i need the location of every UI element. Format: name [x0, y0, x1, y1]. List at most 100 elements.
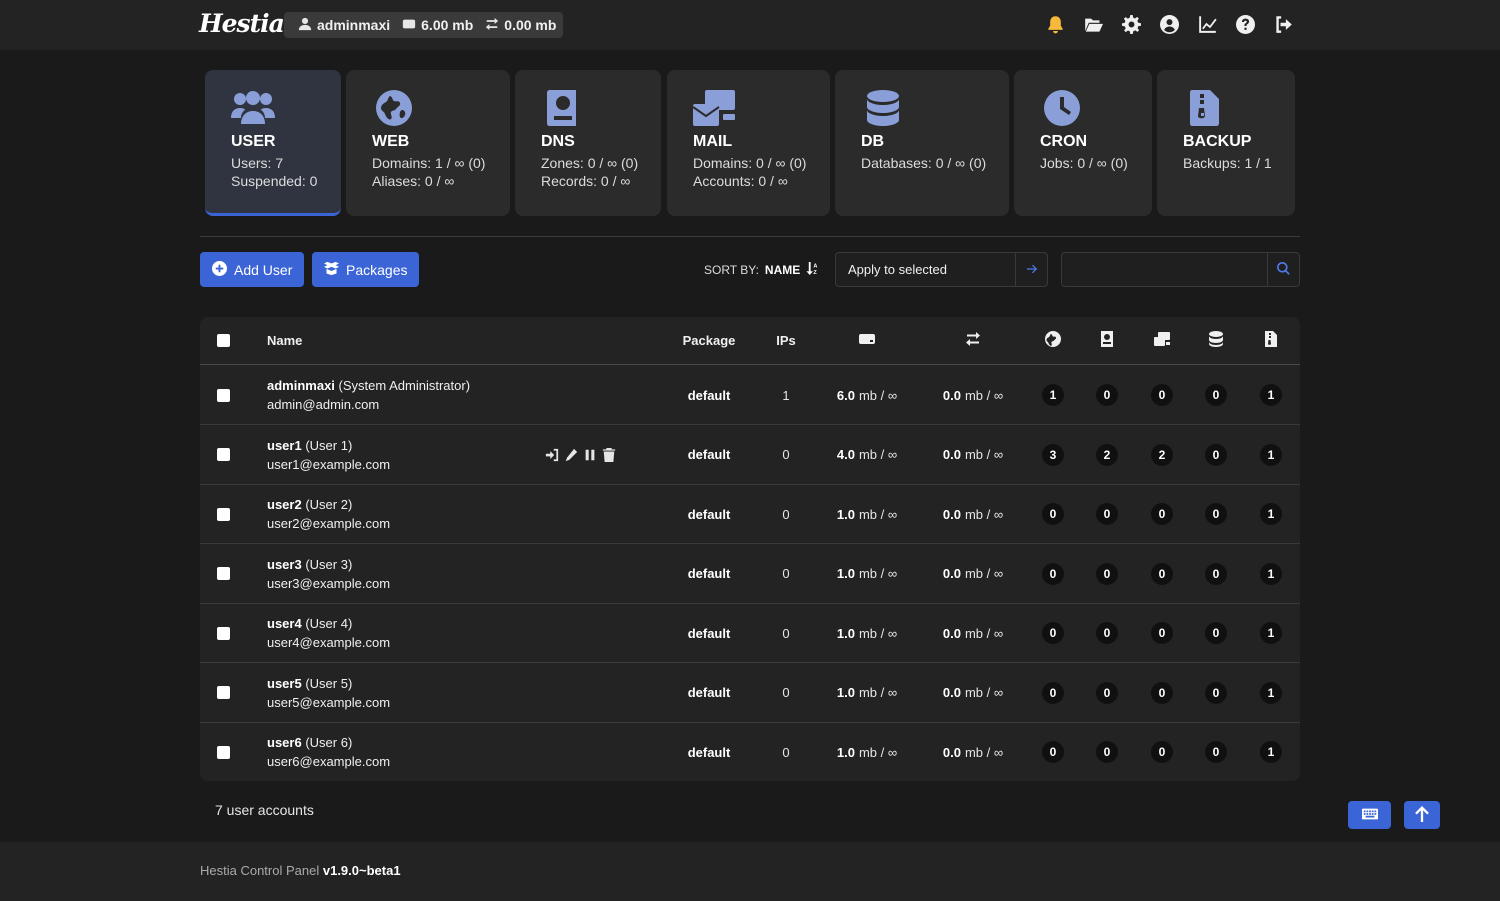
row-mail-cell: 0 [1150, 485, 1174, 543]
bulk-apply-button[interactable] [1015, 253, 1047, 286]
username-link[interactable]: adminmaxi [267, 378, 335, 393]
column-backups[interactable] [1259, 317, 1283, 364]
bulk-action-select[interactable]: Apply to selected [835, 252, 1048, 287]
username-link[interactable]: user2 [267, 497, 302, 512]
dns-count-badge: 0 [1096, 562, 1118, 585]
question-circle-icon[interactable] [1234, 13, 1256, 35]
row-checkbox[interactable] [216, 388, 230, 402]
footer-version[interactable]: v1.9.0~beta1 [323, 863, 401, 878]
row-checkbox[interactable] [216, 686, 230, 699]
search-input[interactable] [1062, 253, 1267, 286]
row-checkbox[interactable] [216, 626, 230, 640]
user-name-line: user1 (User 1) [267, 436, 390, 455]
hestia-logo[interactable]: Hestia [199, 9, 285, 38]
row-db-cell: 0 [1204, 664, 1228, 722]
add-user-button[interactable]: Add User [200, 252, 305, 287]
table-row[interactable]: user3 (User 3) user3@example.com default 0 1… [200, 545, 1300, 604]
bandwidth-quota: mb / ∞ [964, 447, 1004, 462]
sort-by[interactable]: SORT BY: NAME AZ [704, 262, 819, 278]
disk-used: 1.0 [836, 566, 855, 581]
packages-button[interactable]: Packages [312, 252, 420, 287]
bandwidth-used: 0.0 [942, 447, 961, 462]
card-line: Aliases: 0 / ∞ [372, 173, 455, 189]
user-display-name: (User 2) [305, 497, 353, 512]
column-ips[interactable]: IPs [766, 317, 806, 364]
username-link[interactable]: user6 [267, 735, 302, 750]
column-disk[interactable] [817, 317, 917, 364]
clock-icon [1040, 90, 1084, 126]
search-icon [1277, 261, 1290, 278]
row-web-cell: 0 [1041, 723, 1065, 781]
login-as-icon[interactable] [545, 448, 559, 462]
dns-count-badge: 2 [1096, 443, 1118, 466]
column-bandwidth[interactable] [923, 317, 1023, 364]
row-checkbox[interactable] [216, 507, 230, 521]
row-package: default [687, 566, 731, 581]
username-link[interactable]: user4 [267, 616, 302, 631]
disk-used: 1.0 [836, 506, 855, 522]
chart-line-icon[interactable] [1196, 13, 1218, 35]
gear-icon[interactable] [1120, 13, 1142, 35]
bell-icon[interactable] [1044, 13, 1066, 35]
table-row[interactable]: user4 (User 4) user4@example.com default 0 1… [200, 604, 1300, 663]
bandwidth-used: 0.0 [942, 566, 961, 581]
pencil-icon[interactable] [564, 448, 578, 462]
table-header: Name Package IPs [200, 317, 1300, 365]
table-row[interactable]: user6 (User 6) user6@example.com default 0 1… [200, 723, 1300, 781]
username-link[interactable]: user5 [267, 676, 302, 691]
pause-icon[interactable] [583, 448, 597, 462]
user-name-line: user5 (User 5) [267, 674, 390, 693]
column-package[interactable]: Package [669, 317, 749, 364]
table-row[interactable]: user2 (User 2) user2@example.com default 0 1… [200, 485, 1300, 544]
card-dns[interactable]: DNS Zones: 0 / ∞ (0) Records: 0 / ∞ [515, 70, 661, 216]
trash-icon[interactable] [602, 447, 616, 462]
row-disk: 1.0 mb / ∞ [817, 545, 917, 603]
divider [200, 236, 1300, 237]
row-mail-cell: 0 [1150, 664, 1174, 722]
card-cron[interactable]: CRON Jobs: 0 / ∞ (0) [1014, 70, 1152, 216]
table-row[interactable]: user5 (User 5) user5@example.com default 0 1… [200, 664, 1300, 723]
row-web-cell: 0 [1041, 664, 1065, 722]
column-name[interactable]: Name [267, 317, 327, 364]
card-line: Databases: 0 / ∞ (0) [861, 155, 987, 171]
packages-label: Packages [346, 261, 408, 278]
row-bandwidth: 0.0 mb / ∞ [923, 366, 1023, 424]
card-web[interactable]: WEB Domains: 1 / ∞ (0) Aliases: 0 / ∞ [346, 70, 510, 216]
card-line: Accounts: 0 / ∞ [693, 173, 788, 189]
column-mail[interactable] [1150, 317, 1174, 364]
row-bandwidth: 0.0 mb / ∞ [923, 426, 1023, 484]
column-dns[interactable] [1095, 317, 1119, 364]
row-mail-cell: 0 [1150, 545, 1174, 603]
table-row[interactable]: user1 (User 1) user1@example.com default 0 4… [200, 426, 1300, 485]
row-backups-cell: 1 [1259, 604, 1283, 662]
top-bar: Hestia adminmaxi 6.00 mb 0.00 mb [0, 0, 1500, 50]
row-checkbox[interactable] [216, 567, 230, 580]
row-checkbox[interactable] [216, 745, 230, 759]
row-package: default [687, 447, 731, 462]
row-backups-cell: 1 [1259, 426, 1283, 484]
keyboard-shortcuts-button[interactable] [1348, 801, 1391, 829]
card-db[interactable]: DB Databases: 0 / ∞ (0) [835, 70, 1009, 216]
table-row[interactable]: adminmaxi (System Administrator) admin@ad… [200, 366, 1300, 425]
search-button[interactable] [1267, 253, 1299, 286]
user-circle-icon[interactable] [1158, 13, 1180, 35]
logout-icon[interactable] [1272, 13, 1294, 35]
scroll-to-top-button[interactable] [1404, 801, 1440, 829]
card-user[interactable]: USER Users: 7 Suspended: 0 [205, 70, 341, 216]
column-web[interactable] [1041, 317, 1065, 364]
row-checkbox[interactable] [216, 448, 230, 461]
username-link[interactable]: user1 [267, 438, 302, 453]
select-all-checkbox[interactable] [216, 334, 230, 347]
card-backup[interactable]: BACKUP Backups: 1 / 1 [1157, 70, 1295, 216]
bulk-action-value[interactable]: Apply to selected [836, 253, 1015, 286]
user-name-cell: user1 (User 1) user1@example.com [267, 426, 390, 484]
user-name-line: user3 (User 3) [267, 555, 390, 574]
username-link[interactable]: user3 [267, 557, 302, 572]
add-user-label: Add User [234, 261, 293, 278]
card-mail[interactable]: MAIL Domains: 0 / ∞ (0) Accounts: 0 / ∞ [667, 70, 830, 216]
column-db[interactable] [1204, 317, 1228, 364]
folder-open-icon[interactable] [1082, 13, 1104, 35]
mail-bulk-icon [692, 90, 737, 126]
row-package: default [687, 387, 731, 403]
bandwidth-quota: mb / ∞ [964, 685, 1004, 700]
